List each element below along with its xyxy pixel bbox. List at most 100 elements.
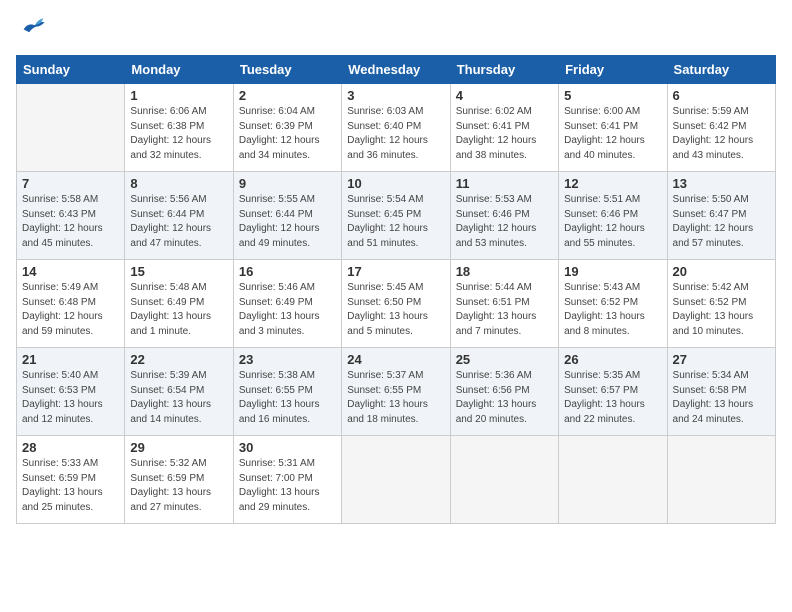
calendar-cell: 21 Sunrise: 5:40 AM Sunset: 6:53 PM Dayli… (17, 348, 125, 436)
calendar-cell (559, 436, 667, 524)
day-number: 19 (564, 264, 661, 279)
day-info: Sunrise: 5:59 AM Sunset: 6:42 PM Dayligh… (673, 105, 770, 163)
day-number: 17 (347, 264, 444, 279)
day-number: 18 (456, 264, 553, 279)
header-friday: Friday (559, 56, 667, 84)
day-number: 30 (239, 440, 336, 455)
day-number: 11 (456, 176, 553, 191)
calendar-cell: 4 Sunrise: 6:02 AM Sunset: 6:41 PM Daylig… (450, 84, 558, 172)
day-number: 12 (564, 176, 661, 191)
day-info: Sunrise: 5:56 AM Sunset: 6:44 PM Dayligh… (130, 193, 227, 251)
day-info: Sunrise: 5:50 AM Sunset: 6:47 PM Dayligh… (673, 193, 770, 251)
day-number: 13 (673, 176, 770, 191)
day-info: Sunrise: 6:04 AM Sunset: 6:39 PM Dayligh… (239, 105, 336, 163)
calendar-table: SundayMondayTuesdayWednesdayThursdayFrid… (16, 55, 776, 524)
day-number: 6 (673, 88, 770, 103)
day-info: Sunrise: 5:36 AM Sunset: 6:56 PM Dayligh… (456, 369, 553, 427)
header-monday: Monday (125, 56, 233, 84)
day-number: 1 (130, 88, 227, 103)
calendar-cell: 8 Sunrise: 5:56 AM Sunset: 6:44 PM Daylig… (125, 172, 233, 260)
day-info: Sunrise: 6:00 AM Sunset: 6:41 PM Dayligh… (564, 105, 661, 163)
day-info: Sunrise: 5:42 AM Sunset: 6:52 PM Dayligh… (673, 281, 770, 339)
day-info: Sunrise: 5:55 AM Sunset: 6:44 PM Dayligh… (239, 193, 336, 251)
calendar-cell: 27Sunrise: 5:34 AM Sunset: 6:58 PM Dayli… (667, 348, 775, 436)
calendar-cell: 22 Sunrise: 5:39 AM Sunset: 6:54 PM Dayli… (125, 348, 233, 436)
day-info: Sunrise: 5:43 AM Sunset: 6:52 PM Dayligh… (564, 281, 661, 339)
day-number: 22 (130, 352, 227, 367)
header-tuesday: Tuesday (233, 56, 341, 84)
header-wednesday: Wednesday (342, 56, 450, 84)
day-info: Sunrise: 5:44 AM Sunset: 6:51 PM Dayligh… (456, 281, 553, 339)
calendar-cell: 18 Sunrise: 5:44 AM Sunset: 6:51 PM Dayli… (450, 260, 558, 348)
day-number: 8 (130, 176, 227, 191)
day-number: 14 (22, 264, 119, 279)
calendar-cell: 9 Sunrise: 5:55 AM Sunset: 6:44 PM Daylig… (233, 172, 341, 260)
day-number: 21 (22, 352, 119, 367)
calendar-cell: 30 Sunrise: 5:31 AM Sunset: 7:00 PM Dayli… (233, 436, 341, 524)
day-number: 20 (673, 264, 770, 279)
day-info: Sunrise: 5:51 AM Sunset: 6:46 PM Dayligh… (564, 193, 661, 251)
day-number: 25 (456, 352, 553, 367)
page-header (16, 16, 776, 45)
logo (16, 16, 46, 45)
calendar-cell: 10Sunrise: 5:54 AM Sunset: 6:45 PM Dayli… (342, 172, 450, 260)
day-number: 9 (239, 176, 336, 191)
day-info: Sunrise: 5:32 AM Sunset: 6:59 PM Dayligh… (130, 457, 227, 515)
calendar-cell: 14Sunrise: 5:49 AM Sunset: 6:48 PM Dayli… (17, 260, 125, 348)
day-info: Sunrise: 5:58 AM Sunset: 6:43 PM Dayligh… (22, 193, 119, 251)
day-number: 16 (239, 264, 336, 279)
day-number: 7 (22, 176, 119, 191)
calendar-cell: 11 Sunrise: 5:53 AM Sunset: 6:46 PM Dayli… (450, 172, 558, 260)
day-info: Sunrise: 5:31 AM Sunset: 7:00 PM Dayligh… (239, 457, 336, 515)
day-info: Sunrise: 6:02 AM Sunset: 6:41 PM Dayligh… (456, 105, 553, 163)
day-info: Sunrise: 5:46 AM Sunset: 6:49 PM Dayligh… (239, 281, 336, 339)
day-info: Sunrise: 6:03 AM Sunset: 6:40 PM Dayligh… (347, 105, 444, 163)
week-row-1: 7 Sunrise: 5:58 AM Sunset: 6:43 PM Daylig… (17, 172, 776, 260)
day-number: 5 (564, 88, 661, 103)
day-number: 26 (564, 352, 661, 367)
calendar-cell: 5 Sunrise: 6:00 AM Sunset: 6:41 PM Daylig… (559, 84, 667, 172)
day-number: 24 (347, 352, 444, 367)
day-number: 27 (673, 352, 770, 367)
calendar-cell: 20 Sunrise: 5:42 AM Sunset: 6:52 PM Dayli… (667, 260, 775, 348)
calendar-cell (667, 436, 775, 524)
calendar-header-row: SundayMondayTuesdayWednesdayThursdayFrid… (17, 56, 776, 84)
day-info: Sunrise: 5:39 AM Sunset: 6:54 PM Dayligh… (130, 369, 227, 427)
day-info: Sunrise: 5:48 AM Sunset: 6:49 PM Dayligh… (130, 281, 227, 339)
logo-bird-icon (18, 16, 46, 40)
week-row-3: 21 Sunrise: 5:40 AM Sunset: 6:53 PM Dayli… (17, 348, 776, 436)
day-number: 23 (239, 352, 336, 367)
day-info: Sunrise: 6:06 AM Sunset: 6:38 PM Dayligh… (130, 105, 227, 163)
calendar-cell: 29 Sunrise: 5:32 AM Sunset: 6:59 PM Dayli… (125, 436, 233, 524)
day-info: Sunrise: 5:35 AM Sunset: 6:57 PM Dayligh… (564, 369, 661, 427)
day-info: Sunrise: 5:33 AM Sunset: 6:59 PM Dayligh… (22, 457, 119, 515)
calendar-cell (17, 84, 125, 172)
calendar-cell (450, 436, 558, 524)
header-saturday: Saturday (667, 56, 775, 84)
day-info: Sunrise: 5:53 AM Sunset: 6:46 PM Dayligh… (456, 193, 553, 251)
calendar-cell: 1 Sunrise: 6:06 AM Sunset: 6:38 PM Daylig… (125, 84, 233, 172)
calendar-cell: 7 Sunrise: 5:58 AM Sunset: 6:43 PM Daylig… (17, 172, 125, 260)
day-info: Sunrise: 5:37 AM Sunset: 6:55 PM Dayligh… (347, 369, 444, 427)
calendar-cell: 12 Sunrise: 5:51 AM Sunset: 6:46 PM Dayli… (559, 172, 667, 260)
day-info: Sunrise: 5:45 AM Sunset: 6:50 PM Dayligh… (347, 281, 444, 339)
header-sunday: Sunday (17, 56, 125, 84)
calendar-cell: 17 Sunrise: 5:45 AM Sunset: 6:50 PM Dayli… (342, 260, 450, 348)
calendar-cell: 13 Sunrise: 5:50 AM Sunset: 6:47 PM Dayli… (667, 172, 775, 260)
week-row-0: 1 Sunrise: 6:06 AM Sunset: 6:38 PM Daylig… (17, 84, 776, 172)
calendar-cell: 16 Sunrise: 5:46 AM Sunset: 6:49 PM Dayli… (233, 260, 341, 348)
day-number: 10 (347, 176, 444, 191)
day-number: 29 (130, 440, 227, 455)
week-row-4: 28Sunrise: 5:33 AM Sunset: 6:59 PM Dayli… (17, 436, 776, 524)
day-number: 3 (347, 88, 444, 103)
week-row-2: 14Sunrise: 5:49 AM Sunset: 6:48 PM Dayli… (17, 260, 776, 348)
header-thursday: Thursday (450, 56, 558, 84)
day-info: Sunrise: 5:38 AM Sunset: 6:55 PM Dayligh… (239, 369, 336, 427)
calendar-cell: 3 Sunrise: 6:03 AM Sunset: 6:40 PM Daylig… (342, 84, 450, 172)
day-info: Sunrise: 5:40 AM Sunset: 6:53 PM Dayligh… (22, 369, 119, 427)
day-number: 4 (456, 88, 553, 103)
calendar-cell: 26 Sunrise: 5:35 AM Sunset: 6:57 PM Dayli… (559, 348, 667, 436)
calendar-cell: 19 Sunrise: 5:43 AM Sunset: 6:52 PM Dayli… (559, 260, 667, 348)
calendar-cell (342, 436, 450, 524)
calendar-cell: 6 Sunrise: 5:59 AM Sunset: 6:42 PM Daylig… (667, 84, 775, 172)
